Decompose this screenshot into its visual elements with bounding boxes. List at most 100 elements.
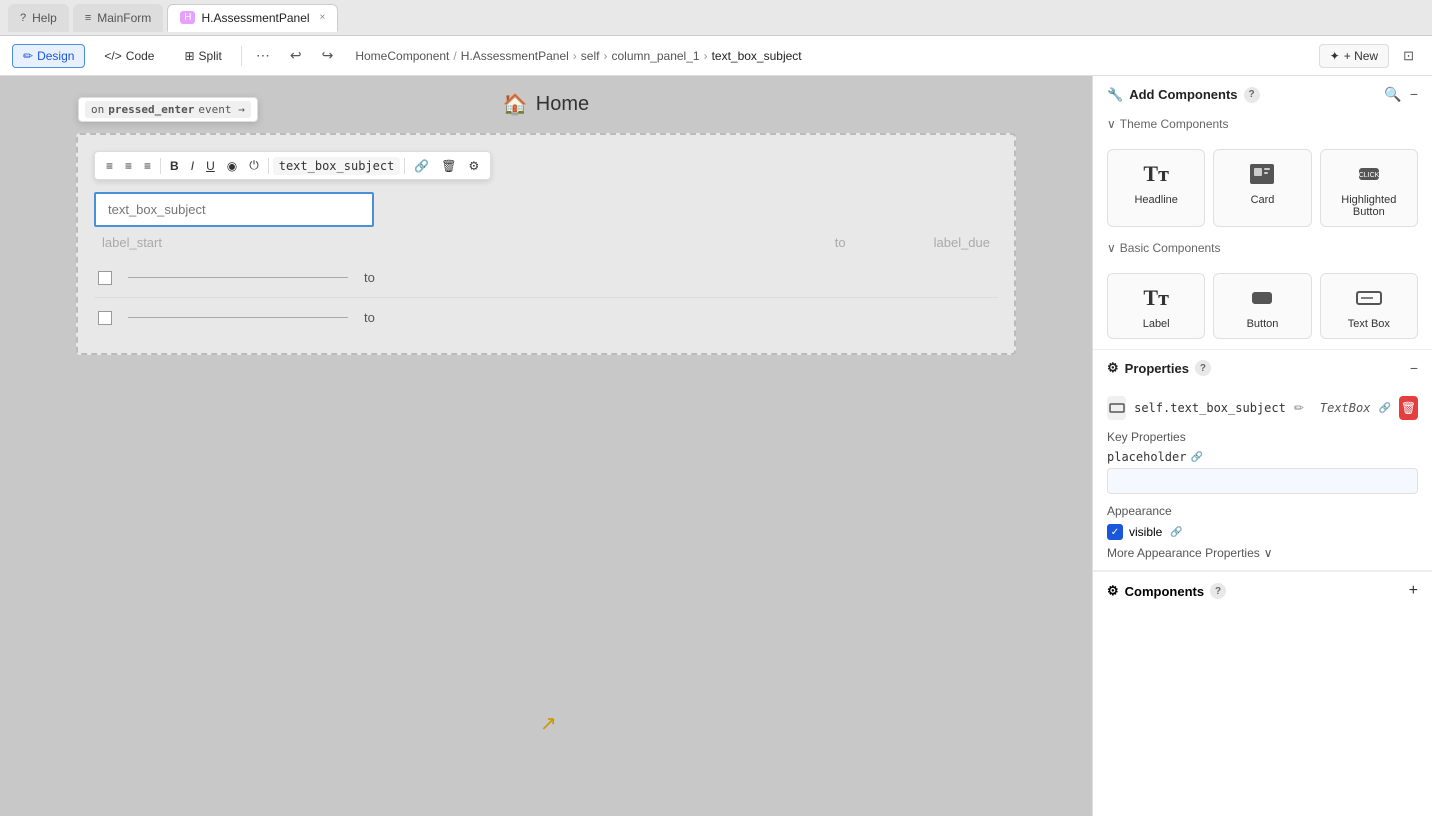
breadcrumb-current: text_box_subject — [712, 49, 802, 63]
power-button[interactable]: ⏻ — [244, 155, 264, 176]
more-options-button[interactable]: ⋯ — [250, 43, 276, 68]
basic-components-grid: Tт Label Button Text Box — [1093, 263, 1432, 349]
label-comp-icon: Tт — [1140, 282, 1172, 314]
component-text-box[interactable]: Text Box — [1320, 273, 1418, 339]
canvas-area: 🏠 Home on pressed_enter event → ≡ ≡ ≡ B — [0, 76, 1092, 816]
help-tab-icon: ? — [20, 12, 26, 24]
main-layout: 🏠 Home on pressed_enter event → ≡ ≡ ≡ B — [0, 76, 1432, 816]
new-icon: ✦ — [1330, 49, 1340, 63]
visibility-button[interactable]: ◉ — [222, 156, 242, 176]
add-component-button[interactable]: + — [1409, 582, 1418, 600]
text-box-comp-icon — [1353, 282, 1385, 314]
component-headline[interactable]: Tт Headline — [1107, 149, 1205, 227]
breadcrumb-part-1[interactable]: HomeComponent — [355, 49, 449, 63]
underline-button[interactable]: U — [201, 156, 220, 176]
checkbox-2-to: to — [364, 310, 375, 325]
basic-collapse-icon[interactable]: ∨ — [1107, 241, 1116, 255]
tab-help[interactable]: ? Help — [8, 4, 69, 32]
placeholder-input[interactable] — [1107, 468, 1418, 494]
code-icon: </> — [104, 49, 121, 63]
layout-toggle-button[interactable]: ⊡ — [1397, 44, 1420, 68]
breadcrumb-part-4[interactable]: column_panel_1 — [611, 49, 699, 63]
search-icon[interactable]: 🔍 — [1384, 86, 1401, 103]
add-components-header[interactable]: 🔧 Add Components ? 🔍 − — [1093, 76, 1432, 113]
basic-components-label: ∨ Basic Components — [1093, 237, 1432, 263]
component-self-label: self.text_box_subject — [1134, 401, 1286, 415]
redo-button[interactable]: ↪ — [316, 43, 340, 68]
bold-button[interactable]: B — [165, 156, 184, 176]
components-bottom-header: ⚙ Components ? + — [1093, 571, 1432, 610]
undo-button[interactable]: ↩ — [284, 43, 308, 68]
checkbox-1-line — [128, 277, 348, 278]
delete-button[interactable]: 🗑 — [436, 156, 461, 176]
visible-checkbox[interactable]: ✓ — [1107, 524, 1123, 540]
add-components-help[interactable]: ? — [1244, 87, 1260, 103]
svg-text:CLICK: CLICK — [1359, 172, 1380, 179]
component-card[interactable]: Card — [1213, 149, 1311, 227]
home-title-bar: 🏠 Home — [503, 92, 589, 117]
wrench-icon: 🔧 — [1107, 87, 1123, 103]
properties-header[interactable]: ⚙ Properties ? − — [1093, 350, 1432, 386]
delete-component-button[interactable]: 🗑 — [1399, 396, 1418, 420]
component-name-label: text_box_subject — [273, 157, 401, 175]
placeholder-link-icon[interactable]: 🔗 — [1190, 452, 1202, 463]
breadcrumb-sep-1: / — [453, 49, 456, 63]
tab-assessment-close[interactable]: × — [320, 12, 326, 23]
assessment-tab-icon: H — [180, 11, 195, 24]
component-type-badge: TextBox — [1320, 401, 1371, 415]
settings-button[interactable]: ⚙ — [464, 156, 485, 176]
breadcrumb-part-2[interactable]: H.AssessmentPanel — [461, 49, 569, 63]
component-highlighted-button[interactable]: CLICK Highlighted Button — [1320, 149, 1418, 227]
tab-assessment[interactable]: H H.AssessmentPanel × — [167, 4, 338, 32]
text-box-subject-input[interactable] — [94, 192, 374, 227]
headline-label: Headline — [1134, 194, 1177, 206]
align-right-button[interactable]: ≡ — [139, 156, 156, 176]
checkbox-1[interactable] — [98, 271, 112, 285]
add-components-collapse[interactable]: − — [1410, 86, 1418, 103]
props-body: self.text_box_subject ✏ TextBox 🔗 🗑 Key … — [1093, 386, 1432, 570]
add-components-title: Add Components — [1129, 87, 1237, 102]
tab-mainform[interactable]: ≡ MainForm — [73, 4, 163, 32]
toolbar-separator-1 — [241, 46, 242, 66]
button-comp-label: Button — [1247, 318, 1279, 330]
add-components-section: 🔧 Add Components ? 🔍 − ∨ Theme Component… — [1093, 76, 1432, 350]
floating-toolbar: on pressed_enter event → — [78, 97, 258, 122]
align-center-button[interactable]: ≡ — [120, 156, 137, 176]
components-help[interactable]: ? — [1210, 583, 1226, 599]
theme-components-title: Theme Components — [1120, 117, 1229, 131]
component-button[interactable]: Button — [1213, 273, 1311, 339]
theme-collapse-icon[interactable]: ∨ — [1107, 117, 1116, 131]
link-button[interactable]: 🔗 — [409, 156, 434, 176]
split-label: Split — [199, 49, 222, 63]
tab-mainform-label: MainForm — [97, 11, 151, 25]
align-left-button[interactable]: ≡ — [101, 156, 118, 176]
chevron-down-icon: ∨ — [1264, 546, 1273, 560]
design-button[interactable]: ✏ Design — [12, 44, 85, 68]
label-comp-label: Label — [1143, 318, 1170, 330]
properties-help[interactable]: ? — [1195, 360, 1211, 376]
card-label: Card — [1251, 194, 1275, 206]
tab-help-label: Help — [32, 11, 57, 25]
label-start: label_start — [102, 235, 162, 250]
mouse-cursor: ↗ — [540, 711, 557, 736]
new-button[interactable]: ✦ + New — [1319, 44, 1389, 68]
split-button[interactable]: ⊞ Split — [173, 44, 232, 68]
button-comp-icon — [1246, 282, 1278, 314]
right-panel: 🔧 Add Components ? 🔍 − ∨ Theme Component… — [1092, 76, 1432, 816]
visible-link-icon: 🔗 — [1170, 527, 1182, 538]
components-tree-icon: ⚙ — [1107, 583, 1119, 599]
properties-header-left: ⚙ Properties ? — [1107, 360, 1211, 376]
more-appearance-button[interactable]: More Appearance Properties ∨ — [1107, 546, 1418, 560]
breadcrumb-sep-3: › — [603, 49, 607, 63]
italic-button[interactable]: I — [186, 156, 199, 176]
design-icon: ✏ — [23, 49, 33, 63]
text-input-row — [94, 192, 491, 227]
main-toolbar: ✏ Design </> Code ⊞ Split ⋯ ↩ ↪ HomeComp… — [0, 36, 1432, 76]
edit-name-icon[interactable]: ✏ — [1294, 401, 1304, 415]
properties-collapse[interactable]: − — [1410, 360, 1418, 376]
component-label[interactable]: Tт Label — [1107, 273, 1205, 339]
code-button[interactable]: </> Code — [93, 44, 165, 68]
home-icon: 🏠 — [503, 92, 528, 117]
checkbox-2[interactable] — [98, 311, 112, 325]
breadcrumb-part-3[interactable]: self — [581, 49, 600, 63]
